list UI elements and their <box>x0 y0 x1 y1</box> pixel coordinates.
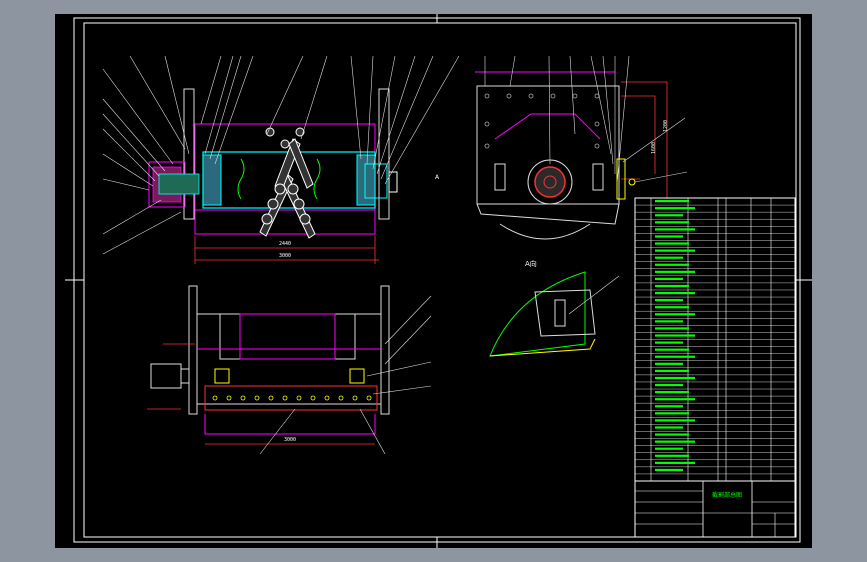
parts-list-entry-mark <box>655 235 683 238</box>
parts-list-entry-mark <box>655 362 683 365</box>
parts-list-entry-mark <box>655 398 695 401</box>
parts-list-entry-mark <box>655 214 683 217</box>
parts-list-entry-mark <box>655 447 683 450</box>
parts-list-entry-mark <box>655 313 695 316</box>
cad-drawing: 2440 3000 A 1200 1600 A向 3000 截割部总图 <box>65 14 812 548</box>
parts-list-entry-mark <box>655 405 683 408</box>
parts-list-entry-mark <box>655 440 695 443</box>
dimension-bottom: 3000 <box>284 437 296 443</box>
bottom-plan-view: 3000 <box>147 285 432 455</box>
parts-list-entry-mark <box>655 228 695 231</box>
parts-list-entry-mark <box>655 369 689 372</box>
main-section-view: 2440 3000 A <box>102 55 460 264</box>
title-block: 截割部总图 <box>634 480 796 538</box>
parts-list <box>634 197 796 482</box>
side-view: 1200 1600 <box>475 55 688 240</box>
parts-list-entry-mark <box>655 341 683 344</box>
parts-list-entry-mark <box>655 221 689 224</box>
parts-list-entry-mark <box>655 299 683 302</box>
parts-list-entry-mark <box>655 376 695 380</box>
dimension-inner: 2440 <box>279 241 291 247</box>
parts-list-entry-mark <box>655 284 689 288</box>
parts-list-entry-mark <box>655 433 689 436</box>
dimension-right-2: 1600 <box>651 142 657 154</box>
parts-list-entry-mark <box>655 327 689 330</box>
drawing-sheet: 2440 3000 A 1200 1600 A向 3000 截割部总图 <box>55 14 812 548</box>
parts-list-entry-mark <box>655 207 695 210</box>
parts-list-entry-mark <box>655 348 689 351</box>
center-marks <box>65 14 812 548</box>
parts-list-entry-mark <box>655 263 689 266</box>
parts-list-entry-mark <box>655 426 683 429</box>
parts-list-entry-mark <box>655 256 683 259</box>
parts-list-entry-mark <box>655 270 695 273</box>
parts-list-entry-mark <box>655 320 683 323</box>
parts-list-entry-mark <box>655 306 689 309</box>
parts-list-entry-mark <box>655 391 689 394</box>
view-a-label: A向 <box>525 259 537 268</box>
parts-list-entry-mark <box>655 200 689 203</box>
parts-list-entry-mark <box>655 461 695 464</box>
parts-list-entry-mark <box>655 412 689 415</box>
view-a-detail: A向 <box>489 259 620 357</box>
parts-list-entry-mark <box>655 383 683 387</box>
parts-list-entry-mark <box>655 334 695 337</box>
view-marker-a: A <box>435 174 440 181</box>
parts-list-entry-mark <box>655 454 689 457</box>
parts-list-entry-mark <box>655 355 695 358</box>
parts-list-entry-mark <box>655 468 683 472</box>
parts-list-entry-mark <box>655 242 689 245</box>
parts-list-entry-mark <box>655 419 695 422</box>
parts-list-entry-mark <box>655 249 695 252</box>
dimension-total: 3000 <box>279 253 291 259</box>
drawing-title: 截割部总图 <box>712 491 742 499</box>
parts-list-entry-mark <box>655 291 695 295</box>
parts-list-entry-mark <box>655 277 683 281</box>
